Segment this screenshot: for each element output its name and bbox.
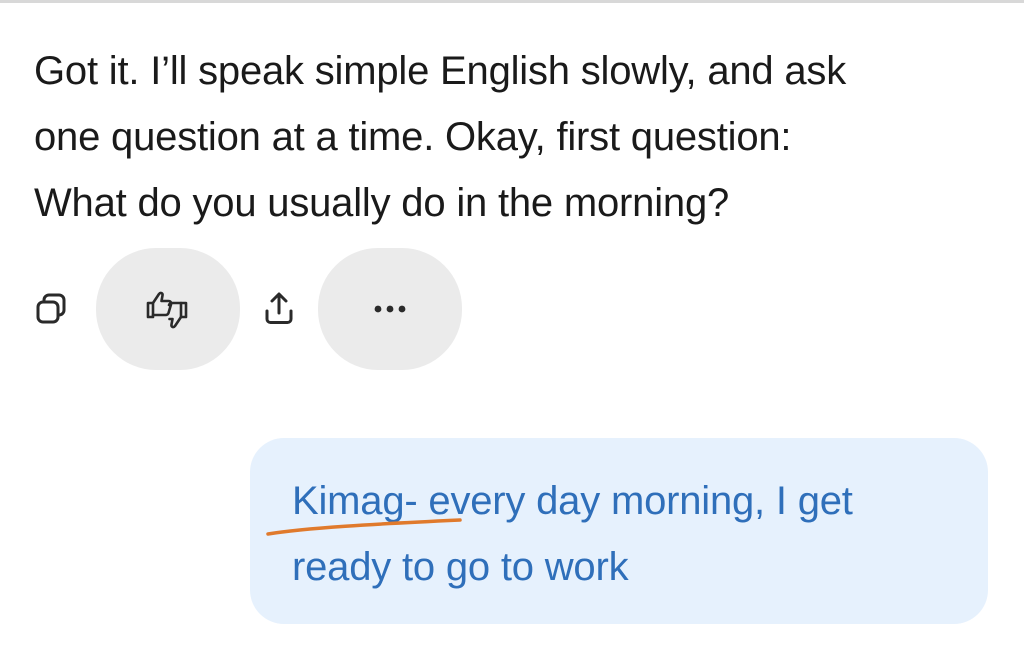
chat-screen: Got it. I’ll speak simple English slowly… (0, 0, 1024, 667)
copy-button[interactable] (22, 278, 82, 340)
thumbs-up-down-icon (146, 291, 188, 329)
top-divider (0, 0, 1024, 3)
assistant-message-line: one question at a time. Okay, first ques… (34, 115, 792, 159)
share-icon (265, 292, 293, 324)
ink-underline-annotation (266, 518, 462, 536)
assistant-message: Got it. I’ll speak simple English slowly… (34, 38, 994, 236)
user-message-line: ready to go to work (292, 545, 629, 589)
feedback-button[interactable] (96, 248, 240, 370)
assistant-message-line: Got it. I’ll speak simple English slowly… (34, 49, 847, 93)
assistant-message-line: What do you usually do in the morning? (34, 181, 730, 225)
share-button[interactable] (246, 278, 312, 340)
more-horizontal-icon (374, 305, 406, 313)
copy-icon (36, 293, 66, 324)
more-options-button[interactable] (318, 248, 462, 370)
